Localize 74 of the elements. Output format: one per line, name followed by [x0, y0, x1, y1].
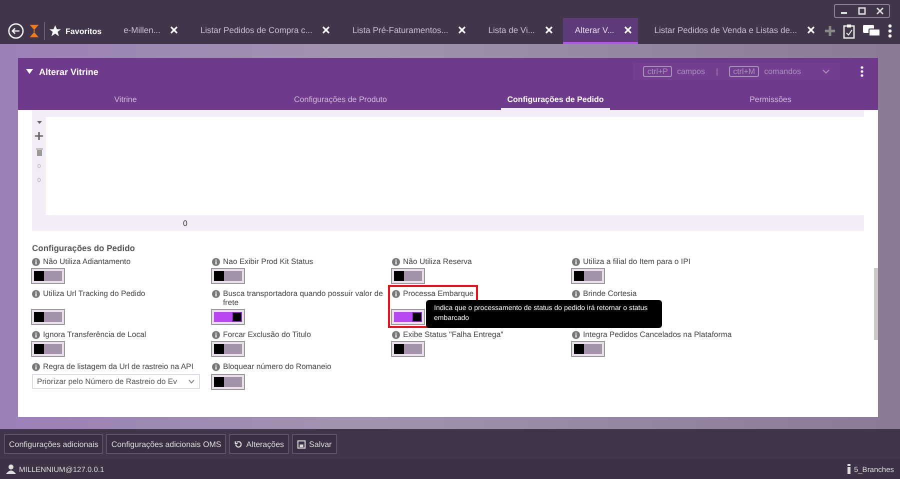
- panel-tab[interactable]: Configurações de Produto: [288, 95, 393, 110]
- info-icon: [846, 464, 851, 474]
- toggle-switch[interactable]: [32, 342, 64, 356]
- info-icon: [392, 331, 400, 339]
- info-icon: [32, 331, 40, 339]
- back-icon[interactable]: [8, 22, 24, 40]
- browser-tab[interactable]: Listar Pedidos de Compra c...: [188, 18, 336, 44]
- panel-tab[interactable]: Permissões: [744, 95, 798, 110]
- action-button[interactable]: Configurações adicionais OMS: [106, 434, 226, 454]
- info-icon: [212, 331, 220, 339]
- info-icon: [392, 258, 400, 266]
- toggle-switch[interactable]: [392, 342, 424, 356]
- browser-tab[interactable]: Alterar V...: [562, 18, 638, 44]
- info-icon: [572, 290, 580, 298]
- toggle-switch[interactable]: [212, 310, 244, 324]
- user-icon: [6, 464, 16, 474]
- scrollbar-thumb[interactable]: [874, 268, 878, 340]
- shortcut-label: campos: [676, 67, 705, 76]
- caret-icon[interactable]: [36, 121, 42, 124]
- caret-icon[interactable]: [26, 69, 33, 74]
- toggle-switch[interactable]: [212, 375, 244, 389]
- save-icon: [297, 440, 306, 448]
- toggle-switch[interactable]: [212, 342, 244, 356]
- info-icon: [32, 363, 40, 371]
- chevron-icon: [188, 379, 195, 384]
- history-icon: [234, 440, 244, 448]
- close-icon[interactable]: [874, 6, 886, 16]
- close-icon[interactable]: [458, 26, 466, 34]
- shortcut-key: ctrl+M: [729, 66, 760, 77]
- info-icon: [32, 258, 40, 266]
- add-icon[interactable]: [35, 132, 43, 140]
- toggle-switch[interactable]: [572, 269, 604, 283]
- star-icon[interactable]: [49, 24, 62, 38]
- info-icon: [32, 290, 40, 298]
- toggle-switch[interactable]: [32, 269, 64, 283]
- chevron-icon: [822, 69, 830, 74]
- close-icon[interactable]: [624, 26, 632, 34]
- shortcut-label: comandos: [764, 67, 801, 76]
- action-button[interactable]: Configurações adicionais: [4, 434, 104, 454]
- kebab-menu-icon[interactable]: [888, 24, 892, 38]
- toggle-switch[interactable]: [212, 269, 244, 283]
- kebab-menu-icon[interactable]: [860, 66, 864, 77]
- panel-title: Alterar Vitrine: [39, 66, 98, 76]
- plus-icon[interactable]: [825, 26, 836, 36]
- logo-icon[interactable]: [28, 23, 40, 39]
- favorites-label[interactable]: Favoritos: [66, 26, 102, 36]
- separator: |: [716, 67, 718, 76]
- info-icon: [392, 290, 400, 298]
- info-icon: [572, 258, 580, 266]
- browser-tab[interactable]: Lista Pré-Faturamentos...: [340, 18, 472, 44]
- record-count: 0: [183, 218, 188, 228]
- shortcut-key: ctrl+P: [643, 66, 672, 77]
- action-button[interactable]: Salvar: [292, 434, 337, 454]
- section-title: Configurações do Pedido: [32, 243, 136, 253]
- toggle-switch[interactable]: [32, 310, 64, 324]
- action-button[interactable]: Alterações: [229, 434, 290, 454]
- close-icon[interactable]: [322, 26, 330, 34]
- browser-tab[interactable]: Listar Pedidos de Venda e Listas de...: [642, 18, 822, 44]
- info-icon: [572, 331, 580, 339]
- browser-tab[interactable]: e-Millen...: [112, 18, 184, 44]
- toggle-switch[interactable]: [392, 310, 424, 324]
- chat-icon[interactable]: [863, 24, 880, 38]
- panel-tab[interactable]: Vitrine: [108, 95, 143, 110]
- close-icon[interactable]: [170, 26, 178, 34]
- close-icon[interactable]: [807, 26, 816, 34]
- toggle-switch[interactable]: [572, 342, 604, 356]
- close-icon[interactable]: [544, 26, 553, 34]
- browser-tab[interactable]: Lista de Vi...: [476, 18, 559, 44]
- info-icon: [212, 258, 220, 266]
- toggle-switch[interactable]: [392, 269, 424, 283]
- info-icon: [212, 290, 220, 298]
- info-icon: [212, 363, 220, 371]
- maximize-icon[interactable]: [856, 6, 868, 16]
- clipboard-icon[interactable]: [843, 24, 856, 38]
